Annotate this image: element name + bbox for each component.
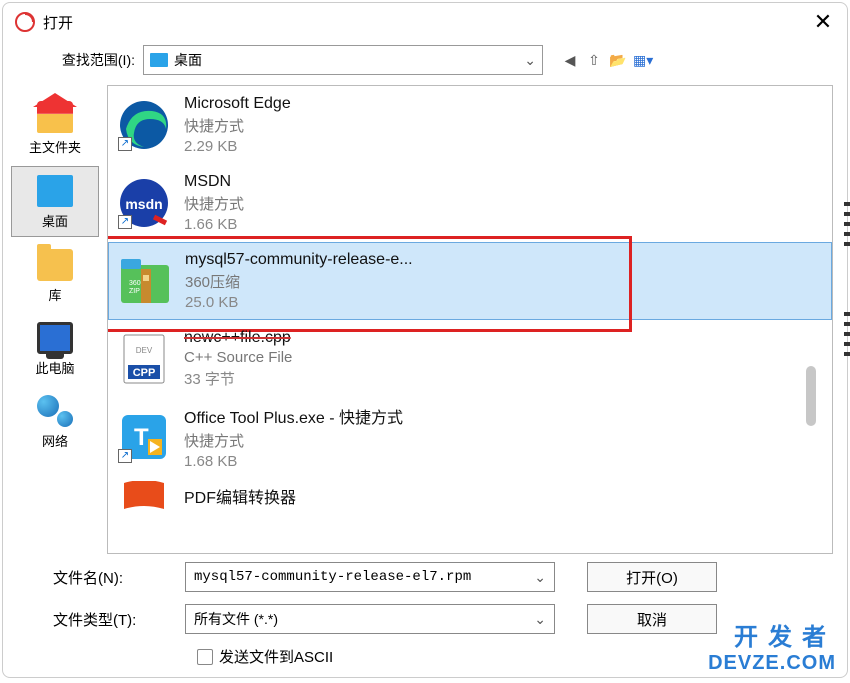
- file-name: newc++file.cpp: [184, 329, 292, 347]
- shortcut-overlay-icon: ↗: [118, 449, 132, 463]
- file-row[interactable]: ↗ Microsoft Edge 快捷方式 2.29 KB: [108, 86, 832, 164]
- file-type: 快捷方式: [184, 115, 291, 136]
- svg-text:360: 360: [129, 280, 141, 287]
- edge-icon: ↗: [118, 99, 170, 151]
- msdn-icon: msdn ↗: [118, 177, 170, 229]
- file-list[interactable]: ↗ Microsoft Edge 快捷方式 2.29 KB msdn ↗ MSD…: [108, 86, 832, 516]
- titlebar: 打开 ✕: [3, 3, 847, 41]
- file-size: 1.68 KB: [184, 453, 403, 470]
- file-size: 25.0 KB: [185, 294, 413, 311]
- zip-icon: 360ZIP: [119, 255, 171, 307]
- lookup-label: 查找范围(I):: [15, 50, 135, 70]
- sidebar-item-home[interactable]: 主文件夹: [11, 93, 99, 162]
- places-sidebar: 主文件夹 桌面 库 此电脑 网络: [3, 85, 107, 554]
- file-name: Office Tool Plus.exe - 快捷方式: [184, 404, 403, 428]
- ascii-label: 发送文件到ASCII: [219, 646, 333, 667]
- svg-text:T: T: [134, 424, 149, 451]
- close-icon[interactable]: ✕: [811, 9, 835, 35]
- chevron-down-icon: ⌄: [534, 611, 546, 628]
- this-pc-icon: [37, 322, 73, 354]
- file-row[interactable]: CPP DEV newc++file.cpp C++ Source File 33…: [108, 320, 832, 398]
- lookup-combobox[interactable]: 桌面 ⌄: [143, 45, 543, 75]
- svg-text:CPP: CPP: [133, 367, 156, 379]
- watermark-line1: 开发者: [708, 617, 836, 652]
- sidebar-item-label: 主文件夹: [13, 137, 97, 156]
- watermark: 开发者 DEVZE.COM: [708, 617, 836, 675]
- chevron-down-icon: ⌄: [534, 569, 546, 586]
- file-name: PDF编辑转换器: [184, 484, 296, 508]
- file-name: Microsoft Edge: [184, 95, 291, 113]
- ascii-checkbox[interactable]: [197, 649, 213, 665]
- main-area: 主文件夹 桌面 库 此电脑 网络: [3, 85, 847, 554]
- sidebar-item-label: 桌面: [14, 211, 96, 230]
- file-name: MSDN: [184, 173, 244, 191]
- sidebar-item-label: 网络: [13, 431, 97, 450]
- shortcut-overlay-icon: ↗: [118, 215, 132, 229]
- svg-text:DEV: DEV: [136, 346, 153, 355]
- cpp-icon: CPP DEV: [118, 333, 170, 385]
- file-row[interactable]: msdn ↗ MSDN 快捷方式 1.66 KB: [108, 164, 832, 242]
- sidebar-item-network[interactable]: 网络: [11, 387, 99, 456]
- up-icon[interactable]: ⇧: [585, 52, 603, 69]
- desktop-icon: [37, 175, 73, 207]
- svg-text:msdn: msdn: [125, 196, 162, 212]
- filetype-value: 所有文件 (*.*): [194, 609, 278, 629]
- network-icon: [37, 395, 73, 427]
- file-size: 1.66 KB: [184, 216, 244, 233]
- file-name: mysql57-community-release-e...: [185, 251, 413, 269]
- file-size: 2.29 KB: [184, 138, 291, 155]
- lookup-value: 桌面: [174, 50, 524, 70]
- toolbar-icons: ◀ ⇧ 📂 ▦▾: [561, 52, 651, 69]
- filename-input[interactable]: mysql57-community-release-el7.rpm ⌄: [185, 562, 555, 592]
- library-icon: [37, 249, 73, 281]
- chevron-down-icon: ⌄: [524, 52, 536, 69]
- pdf-icon: [118, 481, 170, 511]
- filename-value: mysql57-community-release-el7.rpm: [194, 569, 471, 585]
- sidebar-item-desktop[interactable]: 桌面: [11, 166, 99, 237]
- view-menu-icon[interactable]: ▦▾: [633, 52, 651, 69]
- file-size: 33 字节: [184, 368, 292, 389]
- file-type: 快捷方式: [184, 193, 244, 214]
- scrollbar-thumb[interactable]: [806, 366, 816, 426]
- lookup-row: 查找范围(I): 桌面 ⌄ ◀ ⇧ 📂 ▦▾: [3, 41, 847, 85]
- new-folder-icon[interactable]: 📂: [609, 52, 627, 69]
- shortcut-overlay-icon: ↗: [118, 137, 132, 151]
- file-row[interactable]: PDF编辑转换器: [108, 476, 832, 516]
- desktop-small-icon: [150, 53, 168, 67]
- file-type: C++ Source File: [184, 349, 292, 366]
- sidebar-item-label: 此电脑: [13, 358, 97, 377]
- file-type: 快捷方式: [184, 430, 403, 451]
- file-type: 360压缩: [185, 271, 413, 292]
- svg-text:ZIP: ZIP: [129, 288, 140, 295]
- home-icon: [37, 101, 73, 133]
- scroll-marks: [844, 202, 847, 356]
- filename-label: 文件名(N):: [53, 567, 173, 588]
- open-dialog: 打开 ✕ 查找范围(I): 桌面 ⌄ ◀ ⇧ 📂 ▦▾ 主文件夹 桌面: [2, 2, 848, 678]
- file-row[interactable]: T ↗ Office Tool Plus.exe - 快捷方式 快捷方式 1.6…: [108, 398, 832, 476]
- window-title: 打开: [43, 12, 811, 33]
- sidebar-item-library[interactable]: 库: [11, 241, 99, 310]
- sidebar-item-label: 库: [13, 285, 97, 304]
- file-row[interactable]: 360ZIP mysql57-community-release-e... 36…: [108, 242, 832, 320]
- watermark-line2: DEVZE.COM: [708, 652, 836, 675]
- back-icon[interactable]: ◀: [561, 52, 579, 69]
- filetype-select[interactable]: 所有文件 (*.*) ⌄: [185, 604, 555, 634]
- cancel-button[interactable]: 取消: [587, 604, 717, 634]
- filetype-label: 文件类型(T):: [53, 609, 173, 630]
- office-tool-icon: T ↗: [118, 411, 170, 463]
- sidebar-item-this-pc[interactable]: 此电脑: [11, 314, 99, 383]
- open-button[interactable]: 打开(O): [587, 562, 717, 592]
- file-list-pane: ↗ Microsoft Edge 快捷方式 2.29 KB msdn ↗ MSD…: [107, 85, 833, 554]
- app-icon: [15, 12, 35, 32]
